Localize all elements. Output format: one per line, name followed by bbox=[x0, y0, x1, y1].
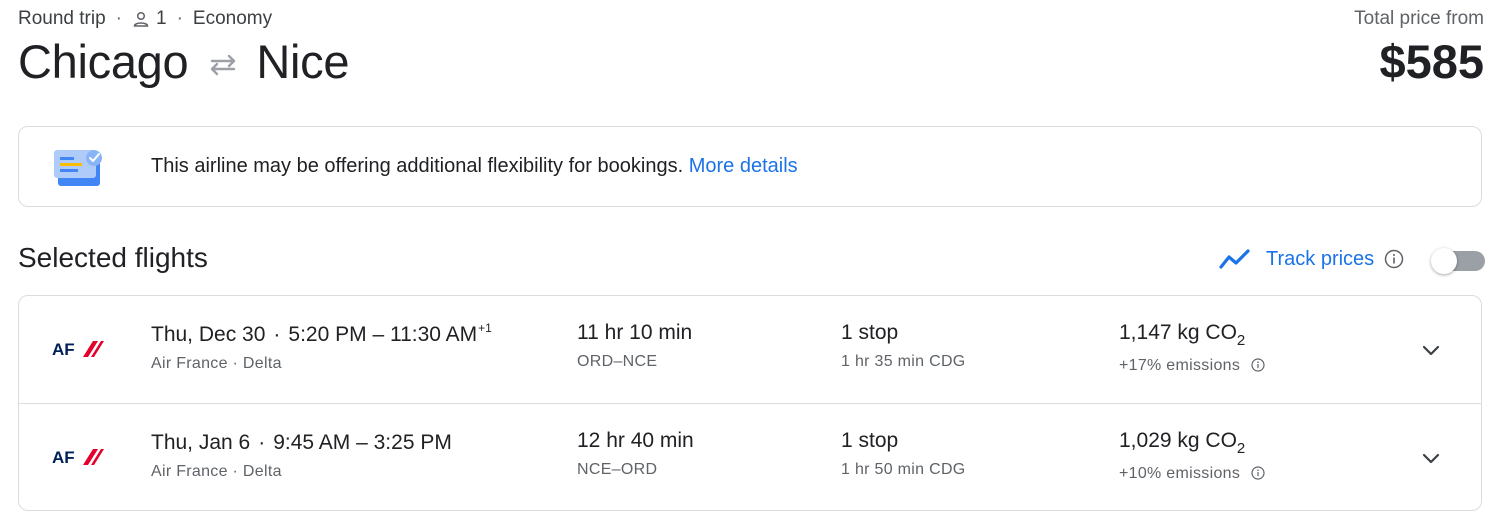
airport-route: ORD–NCE bbox=[577, 353, 658, 370]
flight-times-range: 5:20 PM – 11:30 AM bbox=[288, 323, 478, 346]
separator-dot: · bbox=[115, 8, 122, 29]
track-prices-toggle[interactable] bbox=[1431, 248, 1485, 274]
flight-stops: 1 stop 1 hr 35 min CDG bbox=[841, 321, 966, 371]
trending-line-icon bbox=[1219, 249, 1250, 269]
track-prices-label[interactable]: Track prices bbox=[1266, 248, 1374, 271]
co2-subscript: 2 bbox=[1236, 332, 1246, 349]
chevron-down-icon[interactable] bbox=[1419, 338, 1443, 362]
info-icon[interactable] bbox=[1384, 249, 1404, 269]
selected-flights-title: Selected flights bbox=[18, 242, 208, 273]
duration-value: 11 hr 10 min bbox=[577, 321, 693, 344]
track-prices[interactable]: Track prices bbox=[1218, 246, 1404, 272]
duration-value: 12 hr 40 min bbox=[577, 429, 694, 452]
stops-count: 1 stop bbox=[841, 321, 899, 344]
flight-times-range: 9:45 AM – 3:25 PM bbox=[273, 431, 452, 454]
route-title: Chicago Nice bbox=[18, 34, 349, 89]
flight-times: Thu, Jan 6 · 9:45 AM – 3:25 PM Air France … bbox=[151, 431, 452, 480]
flight-duration: 12 hr 40 min NCE–ORD bbox=[577, 429, 694, 479]
selected-flights-list: AF Thu, Dec 30 · 5:20 PM – 11:30 AM+1 Air … bbox=[18, 295, 1482, 511]
toggle-knob bbox=[1431, 248, 1457, 274]
co2-value: 1,147 kg CO bbox=[1119, 321, 1237, 344]
separator-dot: · bbox=[176, 8, 183, 29]
origin-city: Chicago bbox=[18, 35, 189, 88]
flight-date: Thu, Jan 6 bbox=[151, 431, 251, 454]
air-france-logo-text: AF bbox=[52, 448, 75, 467]
stops-count: 1 stop bbox=[841, 429, 899, 452]
flight-emissions: 1,147 kg CO2 +17% emissions bbox=[1119, 321, 1265, 375]
passenger-count: 1 bbox=[156, 8, 167, 29]
carriers: Air France · Delta bbox=[151, 355, 282, 372]
flight-date: Thu, Dec 30 bbox=[151, 323, 266, 346]
chevron-down-icon[interactable] bbox=[1419, 446, 1443, 470]
flight-stops: 1 stop 1 hr 50 min CDG bbox=[841, 429, 966, 479]
flexibility-text: This airline may be offering additional … bbox=[151, 155, 684, 177]
emissions-percent: +10% emissions bbox=[1119, 465, 1241, 482]
co2-value: 1,029 kg CO bbox=[1119, 429, 1237, 452]
airport-route: NCE–ORD bbox=[577, 461, 658, 478]
flexibility-message: This airline may be offering additional … bbox=[151, 155, 798, 178]
info-icon[interactable] bbox=[1251, 358, 1265, 372]
flexibility-banner: This airline may be offering additional … bbox=[18, 126, 1482, 207]
air-france-logo: AF bbox=[52, 448, 104, 467]
flight-row-outbound[interactable]: AF Thu, Dec 30 · 5:20 PM – 11:30 AM+1 Air … bbox=[19, 296, 1481, 403]
trip-type: Round trip bbox=[18, 8, 106, 29]
layover-info: 1 hr 50 min CDG bbox=[841, 461, 966, 478]
air-france-logo: AF bbox=[52, 340, 104, 359]
flight-emissions: 1,029 kg CO2 +10% emissions bbox=[1119, 429, 1265, 483]
round-trip-arrows-icon bbox=[211, 54, 236, 75]
person-icon bbox=[133, 11, 149, 27]
flight-times: Thu, Dec 30 · 5:20 PM – 11:30 AM+1 Air Fra… bbox=[151, 321, 492, 372]
total-price: $585 bbox=[1379, 35, 1484, 88]
flight-row-return[interactable]: AF Thu, Jan 6 · 9:45 AM – 3:25 PM Air Fran… bbox=[19, 403, 1481, 510]
destination-city: Nice bbox=[256, 35, 350, 88]
cabin-class: Economy bbox=[192, 8, 273, 29]
emissions-percent: +17% emissions bbox=[1119, 357, 1241, 374]
day-offset: +1 bbox=[478, 321, 492, 335]
carriers: Air France · Delta bbox=[151, 463, 282, 480]
layover-info: 1 hr 35 min CDG bbox=[841, 353, 966, 370]
flexible-ticket-icon bbox=[54, 150, 102, 186]
more-details-link[interactable]: More details bbox=[689, 155, 798, 177]
air-france-logo-text: AF bbox=[52, 340, 75, 359]
total-price-label: Total price from bbox=[1354, 8, 1484, 29]
trip-summary: Round trip · 1 · Economy bbox=[18, 8, 272, 30]
co2-subscript: 2 bbox=[1236, 440, 1246, 457]
info-icon[interactable] bbox=[1251, 466, 1265, 480]
flight-duration: 11 hr 10 min ORD–NCE bbox=[577, 321, 692, 371]
